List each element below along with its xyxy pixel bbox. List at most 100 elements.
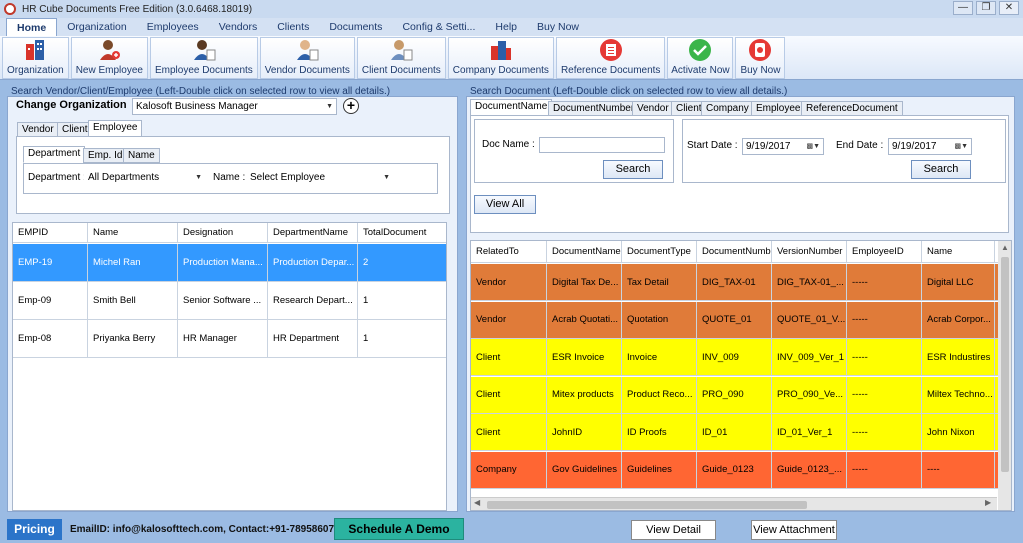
- tab-vendor-doc[interactable]: Vendor: [632, 101, 674, 116]
- cell-related-to: Vendor: [471, 301, 547, 338]
- cell-employee-id: -----: [847, 451, 922, 488]
- vertical-scrollbar[interactable]: ▲: [998, 241, 1011, 510]
- tab-department[interactable]: Department: [23, 146, 86, 163]
- doc-name-input[interactable]: [539, 137, 665, 153]
- end-date-value: 9/19/2017: [892, 141, 937, 152]
- horizontal-scrollbar[interactable]: ◀ ▶: [471, 497, 997, 510]
- tab-document-number[interactable]: DocumentNumber: [548, 101, 640, 116]
- col-name[interactable]: Name: [922, 241, 995, 263]
- menu-clients[interactable]: Clients: [267, 18, 319, 36]
- close-icon[interactable]: ✕: [999, 1, 1019, 15]
- col-total-document[interactable]: TotalDocument: [358, 223, 446, 243]
- table-row[interactable]: Emp-09 Smith Bell Senior Software ... Re…: [13, 282, 446, 320]
- right-panel: DocumentName DocumentNumber Vendor Clien…: [466, 96, 1015, 512]
- tab-vendor[interactable]: Vendor: [17, 122, 59, 137]
- col-related-to[interactable]: RelatedTo: [471, 241, 547, 263]
- col-document-type[interactable]: DocumentType: [622, 241, 697, 263]
- cell-name: Acrab Corpor...: [922, 301, 995, 338]
- cell-version-number: Guide_0123_...: [772, 451, 847, 488]
- chevron-down-icon: ▼: [326, 103, 333, 110]
- scroll-thumb[interactable]: [487, 501, 807, 509]
- employee-documents-button[interactable]: Employee Documents: [149, 37, 258, 79]
- document-row[interactable]: Client ESR Invoice Invoice INV_009 INV_009_V…: [471, 339, 1011, 376]
- col-employee-id[interactable]: EmployeeID: [847, 241, 922, 263]
- cell-total-document: 2: [358, 244, 446, 281]
- view-attachment-button[interactable]: View Attachment: [751, 520, 837, 540]
- buy-now-button[interactable]: Buy Now: [735, 37, 786, 79]
- cell-document-name: Mitex products: [547, 376, 622, 413]
- calendar-icon: ▩▼: [806, 143, 820, 150]
- cell-related-to: Client: [471, 376, 547, 413]
- end-date-picker[interactable]: 9/19/2017 ▩▼: [888, 138, 972, 155]
- document-grid: RelatedTo DocumentName DocumentType Docu…: [470, 240, 1012, 511]
- vendor-documents-button[interactable]: Vendor Documents: [259, 37, 355, 79]
- view-detail-button[interactable]: View Detail: [631, 520, 716, 540]
- menu-vendors[interactable]: Vendors: [209, 18, 268, 36]
- cell-empid: Emp-08: [13, 320, 88, 357]
- activate-now-button[interactable]: Activate Now: [667, 37, 734, 79]
- department-select[interactable]: All Departments ▼: [84, 169, 206, 186]
- table-row[interactable]: Emp-08 Priyanka Berry HR Manager HR Depa…: [13, 320, 446, 358]
- tab-employee[interactable]: Employee: [88, 120, 143, 137]
- col-document-number[interactable]: DocumentNumb: [697, 241, 772, 263]
- tab-employee-doc[interactable]: Employee: [751, 101, 806, 116]
- col-empid[interactable]: EMPID: [13, 223, 88, 243]
- start-date-picker[interactable]: 9/19/2017 ▩▼: [742, 138, 824, 155]
- col-department[interactable]: DepartmentName: [268, 223, 358, 243]
- document-row[interactable]: Client JohnID ID Proofs ID_01 ID_01_Ver_1 ---…: [471, 414, 1011, 451]
- schedule-demo-button[interactable]: Schedule A Demo: [334, 518, 464, 540]
- employee-select-value: Select Employee: [250, 172, 326, 183]
- document-row[interactable]: Client Mitex products Product Reco... PRO_0…: [471, 376, 1011, 414]
- tab-emp-id[interactable]: Emp. Id: [83, 148, 128, 163]
- menu-buy-now[interactable]: Buy Now: [527, 18, 589, 36]
- document-row[interactable]: Company Gov Guidelines Guidelines Guide_012…: [471, 451, 1011, 489]
- view-all-button[interactable]: View All: [474, 195, 536, 214]
- employee-select[interactable]: Select Employee ▼: [246, 169, 394, 186]
- filter-row: Department : All Departments ▼ Name : Sel…: [23, 163, 438, 194]
- date-search-button[interactable]: Search: [911, 160, 971, 179]
- document-search-box: Doc Name : Search Start Date : 9/19/2017…: [470, 115, 1009, 233]
- tab-company-doc[interactable]: Company: [701, 101, 754, 116]
- minimize-icon[interactable]: —: [953, 1, 973, 15]
- col-designation[interactable]: Designation: [178, 223, 268, 243]
- tab-name[interactable]: Name: [123, 148, 160, 163]
- cell-version-number: DIG_TAX-01_...: [772, 264, 847, 300]
- company-documents-button[interactable]: Company Documents: [447, 37, 554, 79]
- cell-document-number: QUOTE_01: [697, 301, 772, 338]
- tab-document-name[interactable]: DocumentName: [470, 99, 553, 116]
- menu-organization[interactable]: Organization: [57, 18, 137, 36]
- reference-documents-button[interactable]: Reference Documents: [555, 37, 666, 79]
- document-row[interactable]: Vendor Digital Tax De... Tax Detail DIG_TAX…: [471, 264, 1011, 301]
- client-documents-button[interactable]: Client Documents: [356, 37, 446, 79]
- add-organization-icon[interactable]: +: [343, 98, 359, 114]
- cell-department: HR Department: [268, 320, 358, 357]
- restore-icon[interactable]: ❐: [976, 1, 996, 15]
- scroll-right-icon[interactable]: ▶: [985, 498, 991, 507]
- menu-documents[interactable]: Documents: [319, 18, 392, 36]
- department-value: All Departments: [88, 172, 160, 183]
- document-row[interactable]: Vendor Acrab Quotati... Quotation QUOTE_01 Q…: [471, 301, 1011, 339]
- menu-config[interactable]: Config & Setti...: [392, 18, 485, 36]
- organization-button[interactable]: Organization: [2, 37, 69, 79]
- new-employee-label: New Employee: [75, 65, 143, 76]
- scroll-up-icon[interactable]: ▲: [1001, 243, 1009, 252]
- cell-document-name: ESR Invoice: [547, 339, 622, 375]
- organization-select[interactable]: Kalosoft Business Manager ▼: [132, 98, 337, 115]
- doc-search-button[interactable]: Search: [603, 160, 663, 179]
- table-row[interactable]: EMP-19 Michel Ran Production Mana... Pro…: [13, 244, 446, 282]
- scroll-left-icon[interactable]: ◀: [474, 498, 480, 507]
- cell-document-number: PRO_090: [697, 376, 772, 413]
- menu-help[interactable]: Help: [485, 18, 527, 36]
- pricing-button[interactable]: Pricing: [7, 519, 62, 540]
- col-version-number[interactable]: VersionNumber: [772, 241, 847, 263]
- menu-employees[interactable]: Employees: [137, 18, 209, 36]
- col-name[interactable]: Name: [88, 223, 178, 243]
- tab-reference-doc[interactable]: ReferenceDocument: [801, 101, 903, 116]
- cell-document-type: Invoice: [622, 339, 697, 375]
- menu-home[interactable]: Home: [6, 18, 58, 36]
- vscroll-thumb[interactable]: [1001, 257, 1009, 472]
- cell-empid: EMP-19: [13, 244, 88, 281]
- new-employee-button[interactable]: New Employee: [70, 37, 148, 79]
- col-document-name[interactable]: DocumentName: [547, 241, 622, 263]
- chevron-down-icon: ▼: [195, 174, 202, 181]
